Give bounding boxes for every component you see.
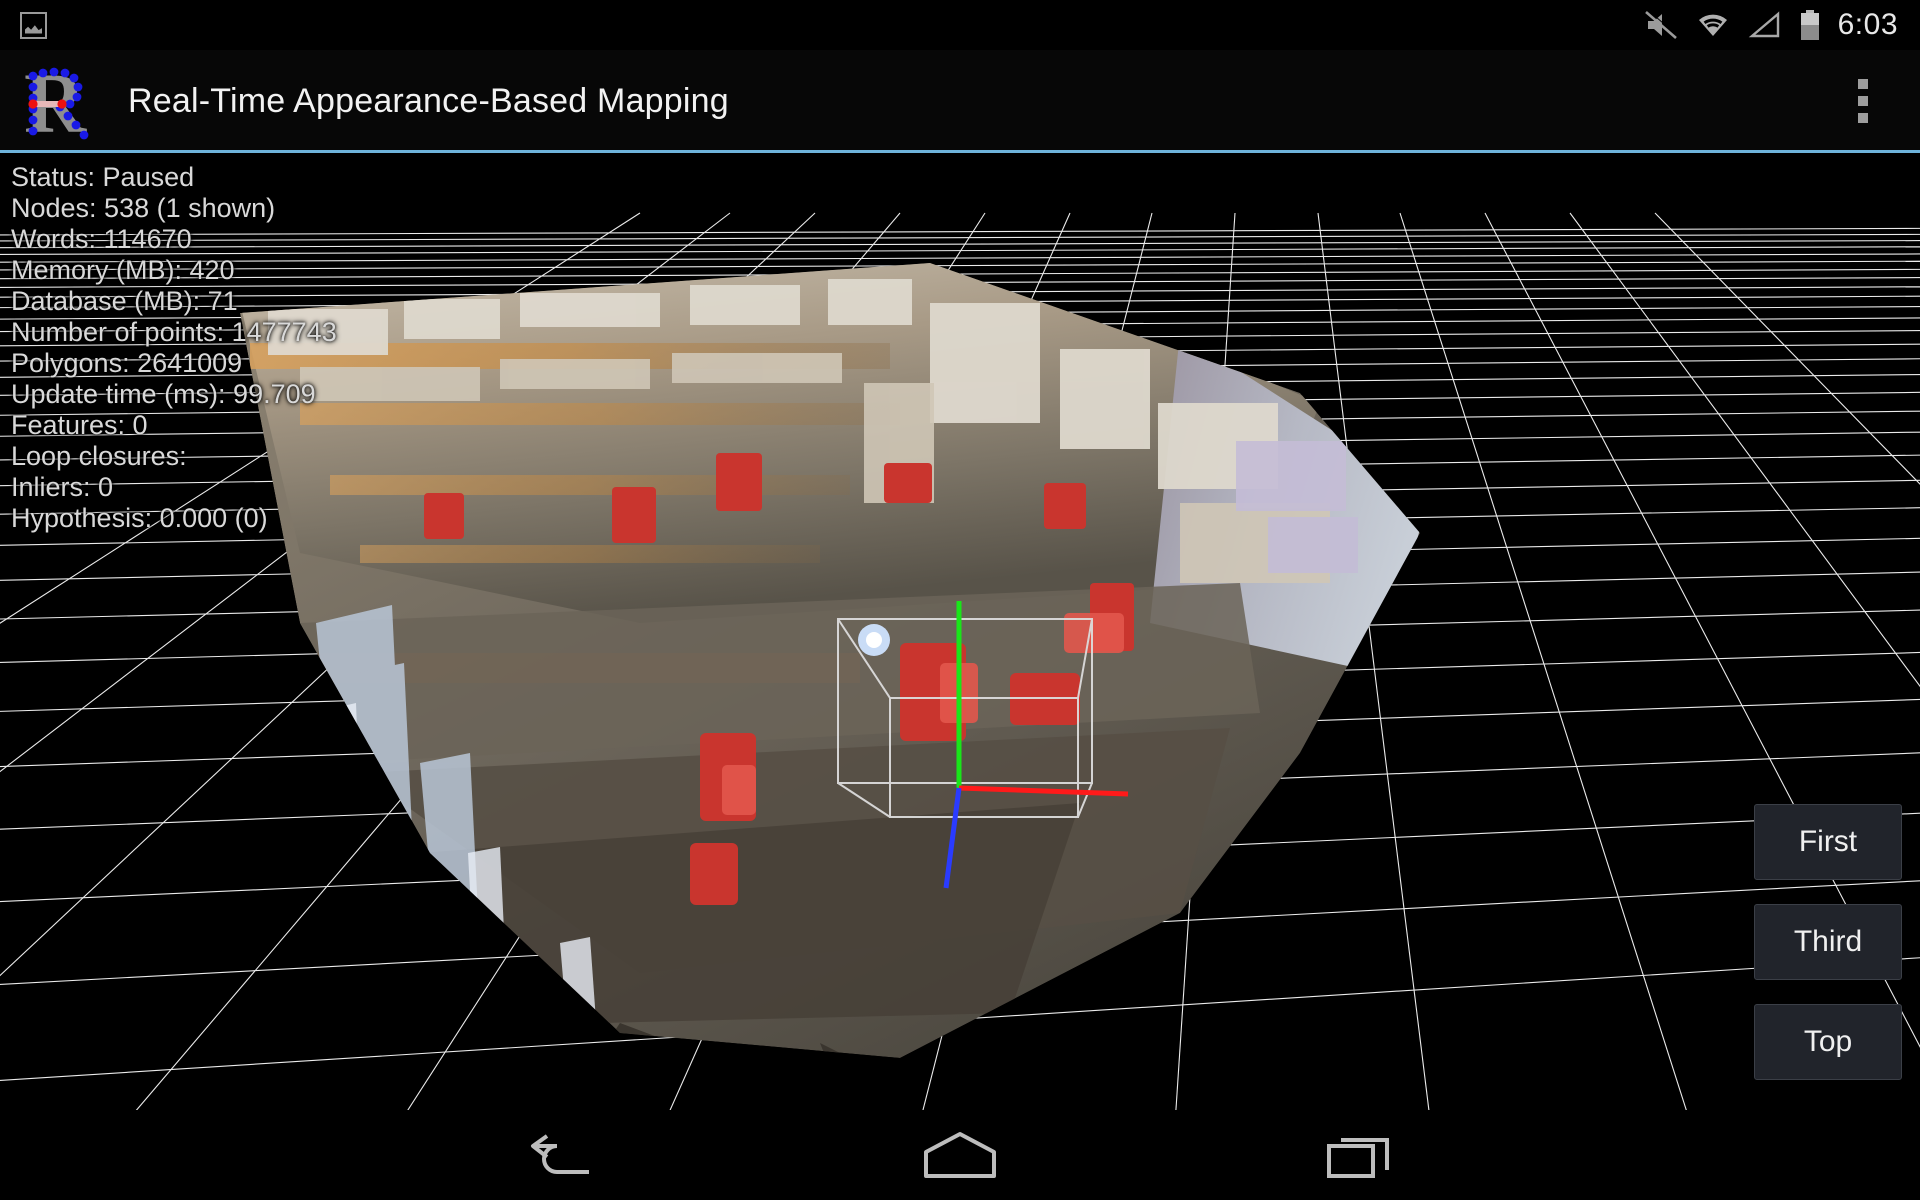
status-bar-system-icons: 6:03 — [1644, 9, 1920, 41]
point-cloud-scene — [0, 153, 1920, 1200]
first-person-view-button[interactable]: First — [1754, 804, 1902, 880]
battery-icon — [1800, 10, 1819, 40]
recents-icon — [1327, 1138, 1389, 1178]
top-view-button[interactable]: Top — [1754, 1004, 1902, 1080]
nav-back-button[interactable] — [460, 1132, 660, 1178]
back-icon — [531, 1134, 589, 1174]
status-bar-notifications — [0, 11, 47, 39]
photo-icon — [20, 11, 47, 39]
third-person-view-button[interactable]: Third — [1754, 904, 1902, 980]
app-root: 6:03 R Real-Time Appearance-Based Mappin… — [0, 0, 1920, 1200]
overflow-menu-icon[interactable] — [1858, 79, 1868, 123]
map-3d-viewport[interactable]: Status: Paused Nodes: 538 (1 shown) Word… — [0, 153, 1920, 1200]
android-status-bar: 6:03 — [0, 0, 1920, 50]
nav-recents-button[interactable] — [1260, 1130, 1460, 1180]
mute-icon — [1644, 10, 1678, 39]
status-bar-clock: 6:03 — [1837, 8, 1898, 41]
home-icon — [924, 1132, 996, 1178]
nav-home-button[interactable] — [860, 1130, 1060, 1180]
rtabmap-r-logo: R — [22, 55, 102, 151]
page-title: Real-Time Appearance-Based Mapping — [128, 81, 729, 120]
cell-signal-icon — [1748, 11, 1779, 38]
camera-view-button-group: First Third Top — [1754, 804, 1902, 1080]
android-navigation-bar — [0, 1110, 1920, 1200]
app-title-bar: R Real-Time Appearance-Based Mapping — [0, 50, 1920, 152]
wifi-icon — [1698, 14, 1727, 36]
